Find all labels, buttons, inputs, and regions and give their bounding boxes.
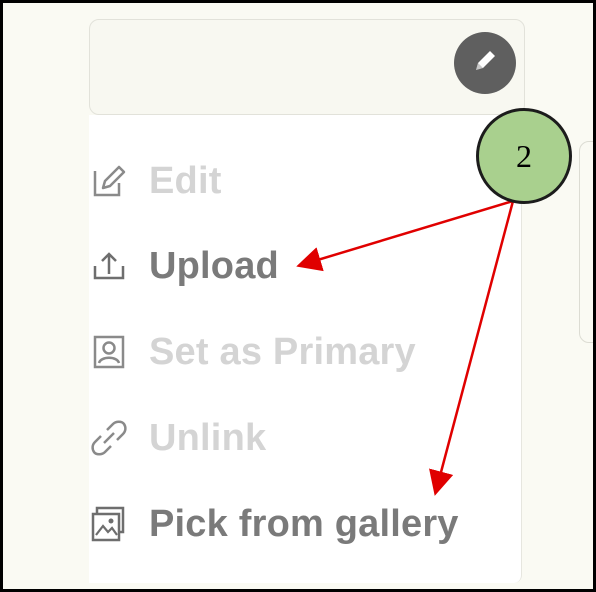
- menu-item-upload[interactable]: Upload: [89, 236, 521, 296]
- menu-item-edit[interactable]: Edit: [89, 151, 521, 211]
- side-card: [579, 141, 593, 343]
- link-icon: [89, 408, 149, 468]
- photo-action-menu: Edit Upload Set as Primary Unlink Pick f…: [89, 115, 522, 583]
- menu-item-label: Pick from gallery: [149, 502, 459, 545]
- pencil-square-icon: [89, 151, 149, 211]
- menu-item-set-as-primary[interactable]: Set as Primary: [89, 322, 521, 382]
- edit-button[interactable]: [454, 32, 516, 94]
- menu-item-pick-from-gallery[interactable]: Pick from gallery: [89, 494, 521, 554]
- person-frame-icon: [89, 322, 149, 382]
- step-callout-badge: 2: [476, 108, 572, 204]
- menu-item-label: Upload: [149, 244, 279, 287]
- step-number: 2: [516, 137, 532, 174]
- menu-item-label: Unlink: [149, 416, 267, 459]
- upload-icon: [89, 236, 149, 296]
- menu-item-label: Set as Primary: [149, 330, 416, 373]
- gallery-icon: [89, 494, 149, 554]
- screenshot-frame: Edit Upload Set as Primary Unlink Pick f…: [0, 0, 596, 592]
- menu-item-label: Edit: [149, 159, 222, 202]
- menu-item-unlink[interactable]: Unlink: [89, 408, 521, 468]
- pencil-icon: [470, 46, 500, 81]
